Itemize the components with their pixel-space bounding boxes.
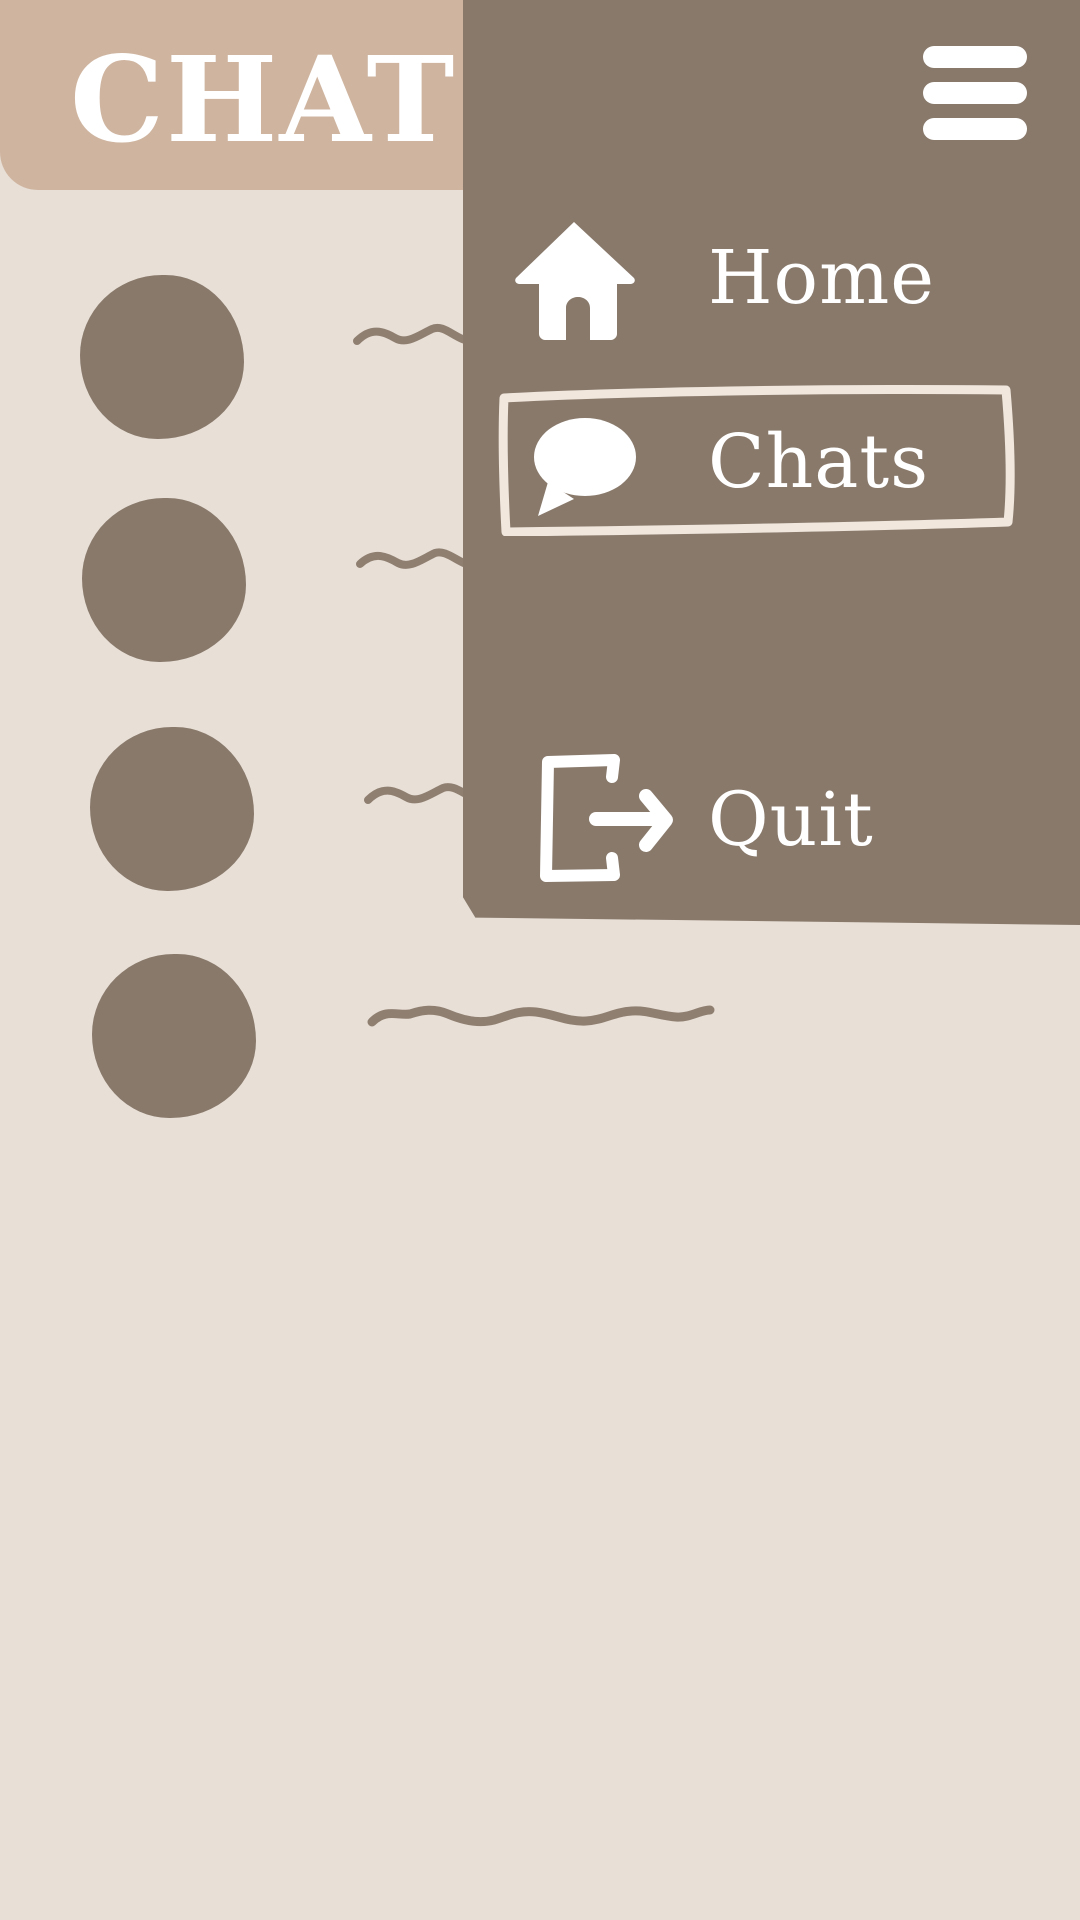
avatar — [92, 954, 256, 1118]
nav-item-label: Chats — [708, 419, 930, 505]
nav-item-quit[interactable]: Quit — [490, 747, 1020, 897]
home-icon — [515, 222, 635, 340]
menu-button[interactable] — [923, 46, 1027, 140]
avatar — [90, 727, 254, 891]
chat-bubble-icon — [534, 418, 636, 516]
hamburger-menu-icon — [923, 118, 1027, 140]
logout-icon — [540, 754, 673, 882]
nav-item-label: Home — [708, 235, 936, 321]
hamburger-menu-icon — [923, 82, 1027, 104]
chat-list-item[interactable] — [0, 944, 1080, 1124]
hamburger-menu-icon — [923, 46, 1027, 68]
nav-item-home[interactable]: Home — [490, 205, 1020, 355]
message-preview-scribble — [367, 1005, 715, 1027]
nav-item-chats[interactable]: Chats — [490, 389, 1020, 539]
nav-item-label: Quit — [708, 777, 874, 863]
avatar — [80, 275, 244, 439]
avatar — [82, 498, 246, 662]
